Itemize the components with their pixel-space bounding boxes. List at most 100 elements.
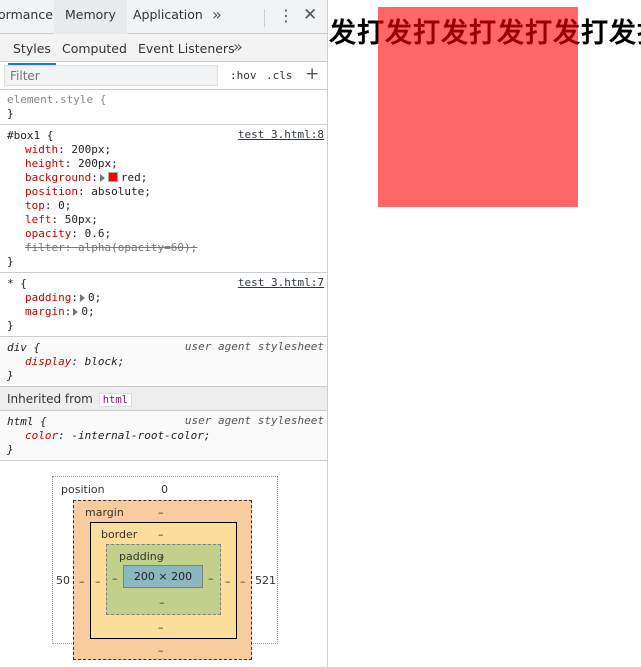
- rule-close-brace: }: [7, 255, 14, 268]
- property-value: -internal-root-color;: [64, 429, 211, 442]
- property-name[interactable]: height: [25, 157, 65, 170]
- cls-toggle[interactable]: .cls: [266, 69, 293, 82]
- rule-close-brace: }: [7, 369, 14, 382]
- border-right-value[interactable]: –: [225, 575, 231, 588]
- declaration[interactable]: background: red;: [7, 171, 327, 185]
- element-style-rule: element.style { }: [0, 90, 327, 125]
- property-name[interactable]: opacity: [25, 227, 71, 240]
- margin-top-value[interactable]: –: [158, 506, 164, 519]
- border-bottom-value[interactable]: –: [158, 621, 164, 634]
- position-left-value[interactable]: 50: [56, 574, 70, 587]
- colon: :: [91, 171, 98, 184]
- close-icon[interactable]: ✕: [303, 5, 317, 25]
- property-value[interactable]: 0;: [52, 199, 71, 212]
- inherited-tag-link[interactable]: html: [98, 393, 132, 407]
- tab-computed[interactable]: Computed: [62, 41, 127, 56]
- property-name[interactable]: padding: [25, 291, 71, 304]
- hov-toggle[interactable]: :hov: [230, 69, 257, 82]
- rule-close-brace: }: [7, 443, 14, 456]
- filter-input[interactable]: [4, 65, 218, 86]
- rule-source-link[interactable]: test 3.html:8: [238, 128, 324, 142]
- margin-label: margin: [85, 506, 124, 519]
- border-label: border: [101, 528, 138, 541]
- rule-div-user-agent: user agent stylesheet div { display: blo…: [0, 337, 327, 387]
- property-value[interactable]: 200px;: [71, 157, 118, 170]
- colon: :: [44, 199, 52, 212]
- rule-source-label: user agent stylesheet: [184, 340, 324, 353]
- element-style-selector[interactable]: element.style {: [7, 93, 327, 107]
- declaration[interactable]: margin: 0;: [7, 305, 327, 319]
- rule-universal: test 3.html:7 * { padding: 0; margin: 0; }: [0, 273, 327, 337]
- padding-right-value[interactable]: –: [208, 572, 214, 585]
- property-value[interactable]: 0.6;: [78, 227, 112, 240]
- colon: :: [64, 305, 72, 318]
- rule-source-link[interactable]: test 3.html:7: [238, 276, 324, 290]
- content-box[interactable]: 200 × 200: [123, 565, 203, 588]
- margin-right-value[interactable]: –: [240, 575, 246, 588]
- declaration[interactable]: padding: 0;: [7, 291, 327, 305]
- property-value[interactable]: red;: [121, 171, 148, 184]
- property-name[interactable]: background: [25, 171, 91, 184]
- expand-triangle-icon[interactable]: [99, 174, 105, 182]
- border-box: border – – – – padding – – – – 200 × 200: [90, 522, 237, 639]
- styles-subtabs: Styles Computed Event Listeners »: [0, 34, 327, 65]
- tab-event-listeners[interactable]: Event Listeners: [138, 41, 235, 56]
- more-tabs-icon[interactable]: »: [212, 5, 222, 24]
- declaration[interactable]: height: 200px;: [7, 157, 327, 171]
- declaration[interactable]: position: absolute;: [7, 185, 327, 199]
- property-value: block;: [77, 355, 125, 368]
- padding-top-value[interactable]: –: [159, 550, 165, 563]
- margin-box: margin – – – – border – – – – padding – …: [73, 500, 252, 660]
- margin-left-value[interactable]: –: [79, 575, 85, 588]
- declaration[interactable]: width: 200px;: [7, 143, 327, 157]
- expand-triangle-icon[interactable]: [73, 308, 79, 316]
- colon: :: [71, 355, 78, 368]
- property-name[interactable]: position: [25, 185, 78, 198]
- declaration[interactable]: left: 50px;: [7, 213, 327, 227]
- rule-box1: test 3.html:8 #box1 { width: 200px; heig…: [0, 125, 327, 273]
- tab-application[interactable]: Application: [133, 7, 203, 22]
- padding-label: padding: [119, 550, 164, 563]
- property-name[interactable]: left: [25, 213, 52, 226]
- declaration[interactable]: top: 0;: [7, 199, 327, 213]
- color-swatch[interactable]: [107, 172, 118, 182]
- declaration[interactable]: opacity: 0.6;: [7, 227, 327, 241]
- expand-triangle-icon[interactable]: [79, 294, 85, 302]
- tab-performance[interactable]: ormance: [0, 7, 53, 22]
- padding-left-value[interactable]: –: [112, 572, 118, 585]
- devtools-tabbar: ormance Memory Application » ⋮ ✕: [0, 0, 327, 34]
- property-value[interactable]: 200px;: [65, 143, 111, 156]
- position-label: position: [61, 483, 105, 496]
- position-right-value[interactable]: 521: [255, 574, 276, 587]
- declaration-overridden[interactable]: filter: alpha(opacity=60);: [7, 241, 327, 255]
- tab-memory[interactable]: Memory: [54, 0, 127, 34]
- colon: :: [58, 143, 65, 156]
- property-name[interactable]: margin: [25, 305, 65, 318]
- inherited-label: Inherited from: [7, 392, 93, 406]
- property-value[interactable]: 0;: [81, 305, 94, 318]
- rule-source-label: user agent stylesheet: [184, 414, 324, 427]
- property-name[interactable]: top: [25, 199, 45, 212]
- property-name[interactable]: width: [25, 143, 58, 156]
- property-value[interactable]: absolute;: [85, 185, 151, 198]
- rule-html-user-agent: user agent stylesheet html { color: -int…: [0, 411, 327, 461]
- colon: :: [77, 185, 85, 198]
- colon: :: [58, 429, 65, 442]
- property-value[interactable]: alpha(opacity=60);: [71, 241, 197, 254]
- margin-bottom-value[interactable]: –: [158, 644, 164, 657]
- more-subtabs-icon[interactable]: »: [233, 37, 243, 56]
- property-name[interactable]: filter: [25, 241, 65, 254]
- property-name: color: [25, 429, 59, 442]
- property-value[interactable]: 0;: [88, 291, 101, 304]
- new-rule-icon[interactable]: +: [305, 64, 319, 84]
- declaration: color: -internal-root-color;: [7, 429, 327, 443]
- border-left-value[interactable]: –: [95, 575, 101, 588]
- border-top-value[interactable]: –: [158, 528, 164, 541]
- colon: :: [71, 227, 78, 240]
- padding-bottom-value[interactable]: –: [159, 596, 165, 609]
- position-top-value[interactable]: 0: [161, 483, 168, 496]
- tab-styles[interactable]: Styles: [8, 41, 56, 65]
- property-value[interactable]: 50px;: [58, 213, 98, 226]
- box1-element[interactable]: [378, 7, 578, 207]
- kebab-menu-icon[interactable]: ⋮: [278, 6, 294, 25]
